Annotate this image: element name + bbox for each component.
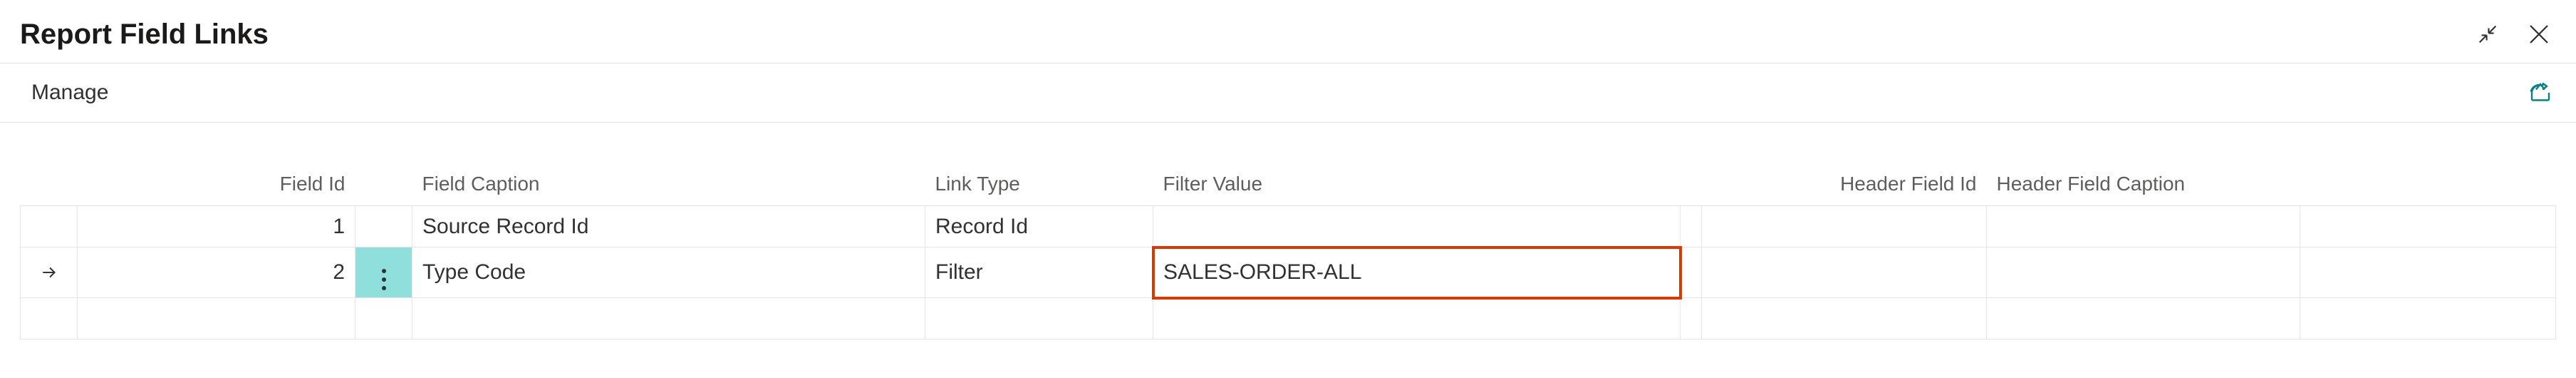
cell-header-field-id[interactable] xyxy=(1702,247,1987,298)
cell-field-id[interactable] xyxy=(78,298,355,339)
cell-field-id[interactable]: 1 xyxy=(78,206,355,247)
col-field-caption[interactable]: Field Caption xyxy=(412,165,925,206)
cell-link-type[interactable]: Record Id xyxy=(925,206,1153,247)
manage-menu[interactable]: Manage xyxy=(20,72,120,113)
cell-filter-value[interactable] xyxy=(1153,206,1681,247)
row-actions[interactable] xyxy=(355,298,412,339)
row-selector[interactable] xyxy=(21,298,78,339)
col-filter-value[interactable]: Filter Value xyxy=(1153,165,1681,206)
cell-link-type[interactable]: Filter xyxy=(925,247,1153,298)
table-row[interactable] xyxy=(21,298,2556,339)
share-icon[interactable] xyxy=(2525,77,2556,108)
collapse-icon[interactable] xyxy=(2471,17,2505,51)
cell-filter-value[interactable]: SALES-ORDER-ALL xyxy=(1153,247,1681,298)
current-row-arrow-icon xyxy=(31,263,67,282)
cell-field-caption[interactable]: Type Code xyxy=(412,247,925,298)
cell-field-caption[interactable] xyxy=(412,298,925,339)
more-options-icon[interactable] xyxy=(382,269,386,290)
report-field-links-grid[interactable]: Field Id Field Caption Link Type Filter … xyxy=(20,165,2556,339)
col-header-field-id[interactable]: Header Field Id xyxy=(1702,165,1987,206)
col-header-field-caption[interactable]: Header Field Caption xyxy=(1987,165,2300,206)
cell-header-field-id[interactable] xyxy=(1702,298,1987,339)
cell-header-field-caption[interactable] xyxy=(1987,206,2300,247)
cell-filter-value[interactable] xyxy=(1153,298,1681,339)
row-actions[interactable] xyxy=(355,247,412,298)
cell-header-field-id[interactable] xyxy=(1702,206,1987,247)
close-icon[interactable] xyxy=(2522,17,2556,51)
row-actions[interactable] xyxy=(355,206,412,247)
table-row[interactable]: 2 Type Code Filter SALES-ORDER-ALL xyxy=(21,247,2556,298)
col-field-id[interactable]: Field Id xyxy=(78,165,355,206)
page-title: Report Field Links xyxy=(20,19,2471,51)
col-link-type[interactable]: Link Type xyxy=(925,165,1153,206)
table-row[interactable]: 1 Source Record Id Record Id xyxy=(21,206,2556,247)
cell-field-caption[interactable]: Source Record Id xyxy=(412,206,925,247)
cell-link-type[interactable] xyxy=(925,298,1153,339)
cell-header-field-caption[interactable] xyxy=(1987,247,2300,298)
cell-header-field-caption[interactable] xyxy=(1987,298,2300,339)
row-selector[interactable] xyxy=(21,206,78,247)
row-selector[interactable] xyxy=(21,247,78,298)
cell-field-id[interactable]: 2 xyxy=(78,247,355,298)
